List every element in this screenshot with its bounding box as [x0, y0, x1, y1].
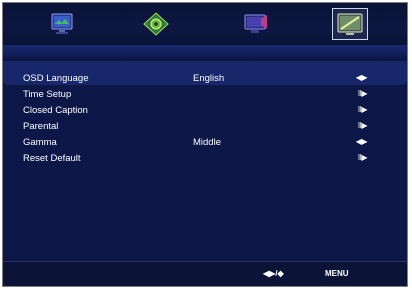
- setup-icon: [337, 13, 363, 35]
- tab-channel[interactable]: [239, 9, 273, 39]
- menu-item-label: Gamma: [23, 137, 57, 148]
- menu-item-label: Parental: [23, 121, 59, 132]
- menu-key-hint: MENU: [325, 269, 349, 278]
- arrow-left-right-icon[interactable]: ◀▶: [356, 137, 368, 146]
- tab-setup[interactable]: [332, 8, 368, 40]
- menu-item-label: Time Setup: [23, 89, 72, 100]
- setup-menu-panel: OSD Language English ◀▶ Time Setup II▶ C…: [3, 45, 407, 263]
- picture-icon: [51, 13, 73, 34]
- menu-tab-bar: [3, 3, 407, 45]
- menu-item-value: Middle: [193, 137, 221, 148]
- arrow-left-right-icon[interactable]: ◀▶: [356, 73, 368, 82]
- panel-header-strip: [3, 45, 407, 57]
- channel-icon: [244, 14, 267, 33]
- enter-submenu-icon[interactable]: II▶: [358, 105, 368, 114]
- enter-submenu-icon[interactable]: II▶: [358, 121, 368, 130]
- footer-hint-bar: ◀▶/◆ MENU: [3, 261, 407, 286]
- nav-hint: ◀▶/◆: [263, 269, 284, 278]
- enter-submenu-icon[interactable]: II▶: [358, 89, 368, 98]
- menu-item-label: Closed Caption: [23, 105, 88, 116]
- enter-submenu-icon[interactable]: II▶: [358, 153, 368, 162]
- menu-item-label: Reset Default: [23, 153, 81, 164]
- tab-audio[interactable]: [139, 9, 173, 39]
- osd-window: OSD Language English ◀▶ Time Setup II▶ C…: [2, 2, 408, 287]
- tab-picture[interactable]: [45, 9, 79, 39]
- menu-item-label: OSD Language: [23, 73, 89, 84]
- menu-item-value: English: [193, 73, 225, 84]
- audio-icon: [143, 12, 169, 36]
